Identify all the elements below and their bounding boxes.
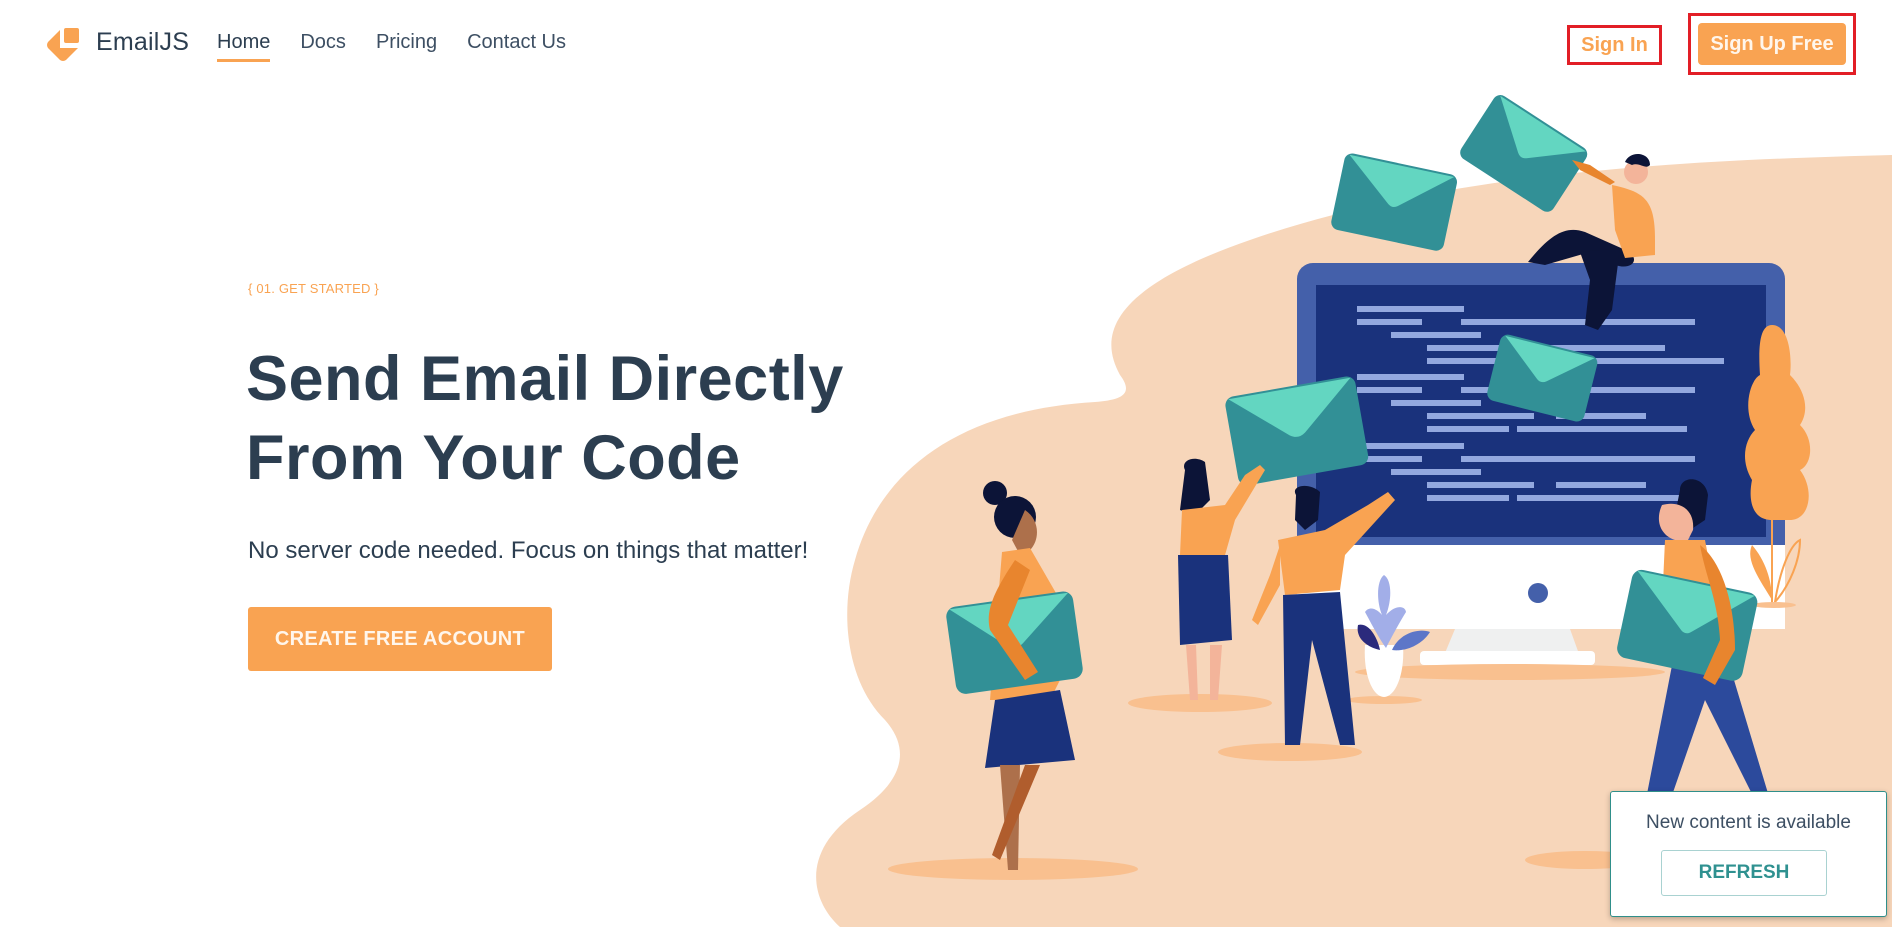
nav-item-home[interactable]: Home: [217, 31, 271, 62]
nav-item-contact-us[interactable]: Contact Us: [467, 31, 566, 60]
nav-item-docs[interactable]: Docs: [300, 31, 346, 60]
page-title-line-1: Send Email Directly: [246, 344, 844, 414]
emailjs-logo-icon[interactable]: [46, 26, 82, 62]
top-navigation: EmailJS Home Docs Pricing Contact Us Sig…: [0, 0, 1892, 90]
refresh-button[interactable]: REFRESH: [1661, 850, 1827, 896]
update-toast: New content is available REFRESH: [1610, 791, 1887, 917]
section-eyebrow: { 01. GET STARTED }: [248, 281, 379, 296]
main-nav: Home Docs Pricing Contact Us: [217, 31, 566, 62]
page-title-line-2: From Your Code: [246, 423, 741, 493]
hero-subtitle: No server code needed. Focus on things t…: [248, 537, 809, 564]
sign-up-free-button[interactable]: Sign Up Free: [1698, 23, 1846, 65]
nav-item-pricing[interactable]: Pricing: [376, 31, 437, 60]
sign-up-highlight: Sign Up Free: [1688, 13, 1856, 75]
toast-message: New content is available: [1646, 812, 1851, 833]
create-free-account-button[interactable]: CREATE FREE ACCOUNT: [248, 607, 552, 671]
brand-name[interactable]: EmailJS: [96, 28, 189, 57]
sign-in-highlight: Sign In: [1567, 25, 1662, 65]
page-title: Send Email Directly From Your Code: [246, 340, 844, 498]
sign-in-button[interactable]: Sign In: [1570, 28, 1659, 62]
